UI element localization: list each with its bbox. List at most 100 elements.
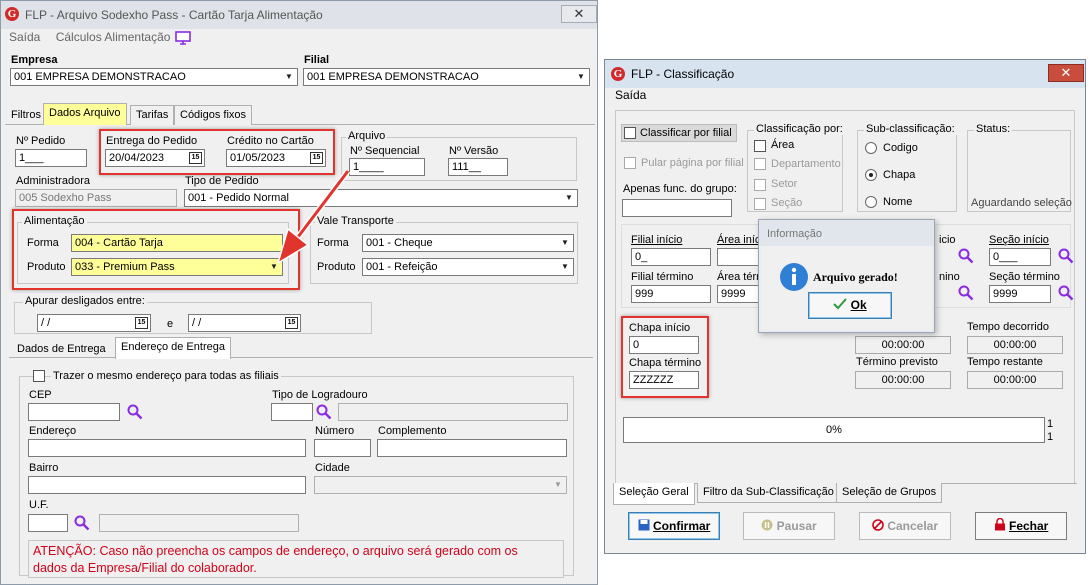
secao-inicio-field[interactable]: 0___ — [989, 248, 1051, 266]
tab-filtro-sub[interactable]: Filtro da Sub-Classificação — [697, 483, 840, 503]
tab-endereco-entrega[interactable]: Endereço de Entrega — [115, 337, 231, 359]
vt-forma-value: 001 - Cheque — [366, 237, 433, 249]
apurar-from-field[interactable]: / / 15 — [37, 314, 151, 332]
filial-value: 001 EMPRESA DEMONSTRACAO — [307, 71, 479, 83]
classificar-checkbox[interactable] — [624, 127, 636, 139]
tempo-restante-label: Tempo restante — [967, 356, 1043, 368]
confirmar-button[interactable]: Confirmar — [628, 512, 720, 540]
empresa-value: 001 EMPRESA DEMONSTRACAO — [14, 71, 186, 83]
main-tabs: Filtros Dados Arquivo Tarifas Códigos fi… — [5, 103, 305, 125]
cidade-label: Cidade — [315, 462, 350, 474]
tab-dados-arquivo[interactable]: Dados Arquivo — [43, 103, 127, 125]
secao-termino-label: Seção término — [989, 271, 1060, 283]
versao-field[interactable]: 111__ — [448, 158, 508, 176]
close-button[interactable]: ✕ — [561, 5, 597, 23]
secao-termino-field[interactable]: 9999 — [989, 285, 1051, 303]
sub-classificacao-title: Sub-classificação: — [864, 123, 957, 135]
bairro-field[interactable] — [28, 476, 306, 494]
tempo-decorrido-label: Tempo decorrido — [967, 321, 1049, 333]
chevron-down-icon: ▼ — [565, 193, 573, 202]
search-icon[interactable] — [957, 284, 975, 302]
trazer-checkbox[interactable] — [33, 370, 45, 382]
fechar-button[interactable]: Fechar — [975, 512, 1067, 540]
tab-selecao-geral[interactable]: Seleção Geral — [613, 483, 695, 505]
calendar-icon[interactable]: 15 — [135, 317, 148, 329]
menu-calculos[interactable]: Cálculos Alimentação — [56, 30, 171, 44]
apurar-to-field[interactable]: / / 15 — [188, 314, 301, 332]
seq-field[interactable]: 1____ — [349, 158, 425, 176]
tipo-logradouro-field[interactable] — [271, 403, 313, 421]
menu-saida[interactable]: Saída — [9, 30, 40, 44]
chapa-radio[interactable] — [865, 169, 877, 181]
area-checkbox[interactable] — [754, 140, 766, 152]
tab-tarifas[interactable]: Tarifas — [130, 105, 175, 125]
secao-checkbox[interactable] — [754, 198, 766, 210]
secao-inicio-label: Seção início — [989, 234, 1049, 246]
apurar-from-value: / / — [41, 317, 51, 329]
menu-bar: Saída — [615, 88, 658, 102]
departamento-checkbox[interactable] — [754, 158, 766, 170]
filial-termino-field[interactable]: 999 — [631, 285, 711, 303]
cep-field[interactable] — [28, 403, 120, 421]
filial-select[interactable]: 001 EMPRESA DEMONSTRACAO ▼ — [303, 68, 590, 86]
annotation-box-chapa — [621, 316, 709, 398]
numero-field[interactable] — [314, 439, 371, 457]
tipo-logradouro-label: Tipo de Logradouro — [272, 389, 368, 401]
setor-checkbox[interactable] — [754, 179, 766, 191]
tab-selecao-grupos[interactable]: Seleção de Grupos — [836, 483, 943, 503]
nome-radio[interactable] — [865, 196, 877, 208]
search-icon[interactable] — [73, 514, 91, 532]
progress-side-1: 1 — [1047, 418, 1054, 430]
pausar-label: Pausar — [776, 519, 817, 533]
search-icon[interactable] — [1057, 284, 1075, 302]
cancelar-label: Cancelar — [887, 519, 939, 533]
search-icon[interactable] — [126, 403, 144, 421]
search-icon[interactable] — [957, 247, 975, 265]
vt-produto-select[interactable]: 001 - Refeição ▼ — [362, 258, 574, 276]
info-icon — [780, 263, 808, 291]
uf-field[interactable] — [28, 514, 68, 532]
lock-icon — [994, 517, 1005, 531]
bairro-label: Bairro — [29, 462, 59, 474]
bottom-tabs: Seleção Geral Filtro da Sub-Classificaçã… — [613, 483, 943, 505]
calendar-icon[interactable]: 15 — [285, 317, 298, 329]
chevron-down-icon: ▼ — [285, 72, 293, 81]
progress-text: 0% — [826, 424, 842, 436]
search-icon[interactable] — [1057, 247, 1075, 265]
cidade-select[interactable]: ▼ — [314, 476, 567, 494]
sub-tabs: Dados de Entrega Endereço de Entrega — [9, 337, 249, 359]
tab-dados-entrega[interactable]: Dados de Entrega — [11, 339, 112, 359]
tipo-pedido-select[interactable]: 001 - Pedido Normal ▼ — [184, 189, 578, 207]
menu-saida[interactable]: Saída — [615, 88, 646, 102]
classificacao-title: Classificação por: — [754, 123, 845, 135]
complemento-field[interactable] — [377, 439, 567, 457]
ok-button[interactable]: Ok — [808, 292, 892, 319]
administradora-field: 005 Sodexho Pass — [15, 189, 177, 207]
annotation-box-alimentacao — [12, 209, 300, 290]
tab-codigos-fixos[interactable]: Códigos fixos — [174, 105, 253, 125]
apurar-title: Apurar desligados entre: — [23, 295, 147, 307]
fechar-label: Fechar — [1008, 519, 1049, 533]
apenas-field[interactable] — [622, 199, 732, 217]
empresa-select[interactable]: 001 EMPRESA DEMONSTRACAO ▼ — [10, 68, 298, 86]
search-icon[interactable] — [315, 403, 333, 421]
setor-inicio-partial: icio — [939, 234, 956, 246]
pular-checkbox[interactable] — [624, 157, 636, 169]
tab-filtros[interactable]: Filtros — [5, 105, 47, 125]
termino-previsto-field: 00:00:00 — [855, 371, 951, 389]
n-pedido-field[interactable]: 1___ — [15, 149, 87, 167]
monitor-icon[interactable] — [175, 31, 191, 45]
numero-label: Número — [315, 425, 355, 437]
codigo-radio[interactable] — [865, 142, 877, 154]
area-termino-field[interactable]: 9999 — [717, 285, 761, 303]
cancelar-button[interactable]: Cancelar — [859, 512, 951, 540]
filial-termino-label: Filial término — [631, 271, 694, 283]
pausar-button[interactable]: Pausar — [743, 512, 835, 540]
vt-forma-select[interactable]: 001 - Cheque ▼ — [362, 234, 574, 252]
tipo-pedido-label: Tipo de Pedido — [185, 175, 259, 187]
cep-label: CEP — [29, 389, 52, 401]
endereco-field[interactable] — [28, 439, 306, 457]
area-inicio-field[interactable] — [717, 248, 761, 266]
close-button[interactable]: ✕ — [1048, 64, 1084, 82]
filial-inicio-field[interactable]: 0_ — [631, 248, 711, 266]
